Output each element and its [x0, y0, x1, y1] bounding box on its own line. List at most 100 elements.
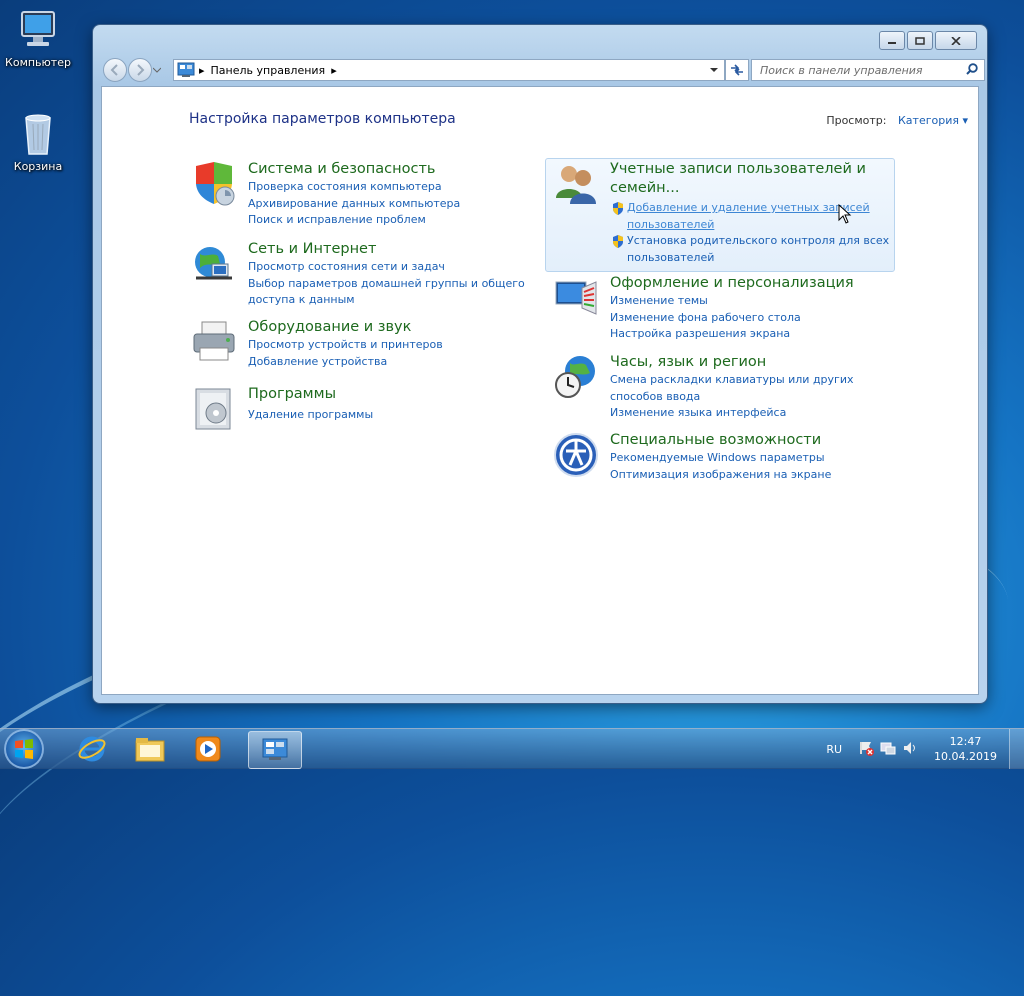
users-icon[interactable]: [552, 160, 600, 208]
category-appearance: Оформление и персонализация Изменение те…: [552, 274, 892, 344]
language-indicator[interactable]: RU: [826, 743, 842, 756]
internet-explorer-icon: [78, 736, 106, 762]
category-title[interactable]: Система и безопасность: [248, 160, 435, 179]
taskbar-ie[interactable]: [66, 731, 118, 767]
minimize-icon: [888, 41, 896, 44]
window-controls: [879, 31, 977, 50]
address-box[interactable]: ▸ Панель управления ▸: [173, 59, 725, 81]
link-add-remove-accounts[interactable]: Добавление и удаление учетных записей: [627, 200, 870, 217]
view-by-dropdown[interactable]: Категория ▾: [898, 114, 968, 127]
maximize-icon: [915, 36, 925, 45]
clock[interactable]: 12:47 10.04.2019: [934, 734, 997, 764]
minimize-button[interactable]: [879, 31, 905, 50]
link-uninstall-program[interactable]: Удаление программы: [248, 407, 373, 424]
content-area: Настройка параметров компьютера Просмотр…: [101, 86, 979, 695]
category-hardware-sound: Оборудование и звук Просмотр устройств и…: [190, 318, 530, 378]
action-center-icon[interactable]: [858, 740, 875, 759]
volume-icon[interactable]: [902, 740, 918, 759]
link-parental-controls[interactable]: Установка родительского контроля для все…: [627, 233, 889, 250]
network-globe-icon[interactable]: [190, 240, 238, 288]
category-network-internet: Сеть и Интернет Просмотр состояния сети …: [190, 240, 530, 310]
link-homegroup[interactable]: Выбор параметров домашней группы и общег…: [248, 276, 525, 293]
category-title[interactable]: Сеть и Интернет: [248, 240, 376, 259]
network-icon[interactable]: [880, 740, 896, 759]
category-clock-language-region: Часы, язык и регион Смена раскладки клав…: [552, 353, 892, 423]
category-programs: Программы Удаление программы: [190, 385, 530, 435]
windows-logo-icon: [15, 739, 33, 759]
uac-shield-icon: [612, 235, 624, 266]
clock-time: 12:47: [949, 735, 982, 748]
link-keyboard-layout-cont[interactable]: способов ввода: [610, 389, 854, 406]
link-devices-printers[interactable]: Просмотр устройств и принтеров: [248, 337, 443, 354]
appearance-icon[interactable]: [552, 274, 600, 322]
category-title[interactable]: Специальные возможности: [610, 431, 821, 450]
link-homegroup-cont[interactable]: доступа к данным: [248, 292, 525, 309]
search-input[interactable]: [758, 60, 962, 80]
view-by-value: Категория: [897, 114, 959, 127]
close-icon: [951, 36, 961, 45]
control-panel-icon: [177, 62, 195, 77]
category-title[interactable]: Оформление и персонализация: [610, 274, 854, 293]
link-check-status[interactable]: Проверка состояния компьютера: [248, 179, 460, 196]
chevron-down-icon: [152, 67, 162, 73]
link-keyboard-layout[interactable]: Смена раскладки клавиатуры или других: [610, 372, 854, 389]
forward-button[interactable]: [128, 58, 152, 82]
link-add-remove-accounts-cont[interactable]: пользователей: [627, 217, 870, 234]
page-title: Настройка параметров компьютера: [189, 111, 456, 127]
folder-icon: [135, 738, 165, 762]
recent-pages-dropdown[interactable]: [152, 64, 162, 77]
show-desktop-button[interactable]: [1009, 729, 1024, 769]
view-by-label: Просмотр:: [826, 114, 887, 127]
link-recommended-settings[interactable]: Рекомендуемые Windows параметры: [610, 450, 831, 467]
link-change-theme[interactable]: Изменение темы: [610, 293, 801, 310]
system-tray: RU 12:47 10.04.2019: [826, 729, 1024, 769]
taskbar-media-player[interactable]: [182, 731, 234, 767]
start-button[interactable]: [4, 729, 44, 769]
desktop-icon-recycle-bin[interactable]: Корзина: [0, 112, 76, 173]
category-title[interactable]: Учетные записи пользователей и семейн...: [610, 160, 866, 198]
printer-icon[interactable]: [190, 318, 238, 366]
category-title[interactable]: Часы, язык и регион: [610, 353, 766, 372]
desktop-icon-label: Компьютер: [5, 56, 71, 69]
close-button[interactable]: [935, 31, 977, 50]
link-troubleshoot[interactable]: Поиск и исправление проблем: [248, 212, 460, 229]
desktop-icon-computer[interactable]: Компьютер: [0, 8, 76, 69]
refresh-icon: [731, 64, 743, 76]
category-user-accounts: Учетные записи пользователей и семейн...…: [552, 160, 892, 268]
recycle-bin-icon: [18, 112, 58, 156]
category-title-line1: Учетные записи пользователей и: [610, 161, 866, 177]
address-bar-row: ▸ Панель управления ▸: [103, 58, 985, 82]
address-dropdown[interactable]: [710, 64, 718, 77]
clock-globe-icon[interactable]: [552, 353, 600, 401]
link-add-device[interactable]: Добавление устройства: [248, 354, 443, 371]
back-button[interactable]: [103, 58, 127, 82]
control-panel-window: ▸ Панель управления ▸ Настройка параметр…: [93, 25, 987, 703]
taskbar-explorer[interactable]: [124, 731, 176, 767]
shield-icon[interactable]: [190, 160, 238, 208]
breadcrumb[interactable]: Панель управления: [211, 64, 326, 77]
search-icon[interactable]: [966, 63, 978, 78]
link-display-language[interactable]: Изменение языка интерфейса: [610, 405, 854, 422]
breadcrumb-separator-icon: ▸: [199, 63, 205, 77]
computer-icon: [18, 8, 58, 52]
link-parental-controls-cont[interactable]: пользователей: [627, 250, 889, 267]
link-network-status[interactable]: Просмотр состояния сети и задач: [248, 259, 525, 276]
category-title[interactable]: Оборудование и звук: [248, 318, 411, 337]
breadcrumb-separator-icon[interactable]: ▸: [331, 64, 337, 77]
link-screen-resolution[interactable]: Настройка разрешения экрана: [610, 326, 801, 343]
mouse-cursor-icon: [838, 204, 852, 224]
media-player-icon: [195, 736, 221, 762]
control-panel-icon: [262, 738, 288, 760]
refresh-button[interactable]: [725, 59, 749, 81]
link-change-background[interactable]: Изменение фона рабочего стола: [610, 310, 801, 327]
clock-date: 10.04.2019: [934, 750, 997, 763]
link-backup[interactable]: Архивирование данных компьютера: [248, 196, 460, 213]
view-by: Просмотр: Категория ▾: [826, 114, 968, 127]
programs-icon[interactable]: [190, 385, 238, 433]
search-box: [751, 59, 985, 81]
maximize-button[interactable]: [907, 31, 933, 50]
taskbar-control-panel[interactable]: [248, 731, 302, 769]
link-optimize-display[interactable]: Оптимизация изображения на экране: [610, 467, 831, 484]
accessibility-icon[interactable]: [552, 431, 600, 479]
category-title[interactable]: Программы: [248, 385, 336, 404]
